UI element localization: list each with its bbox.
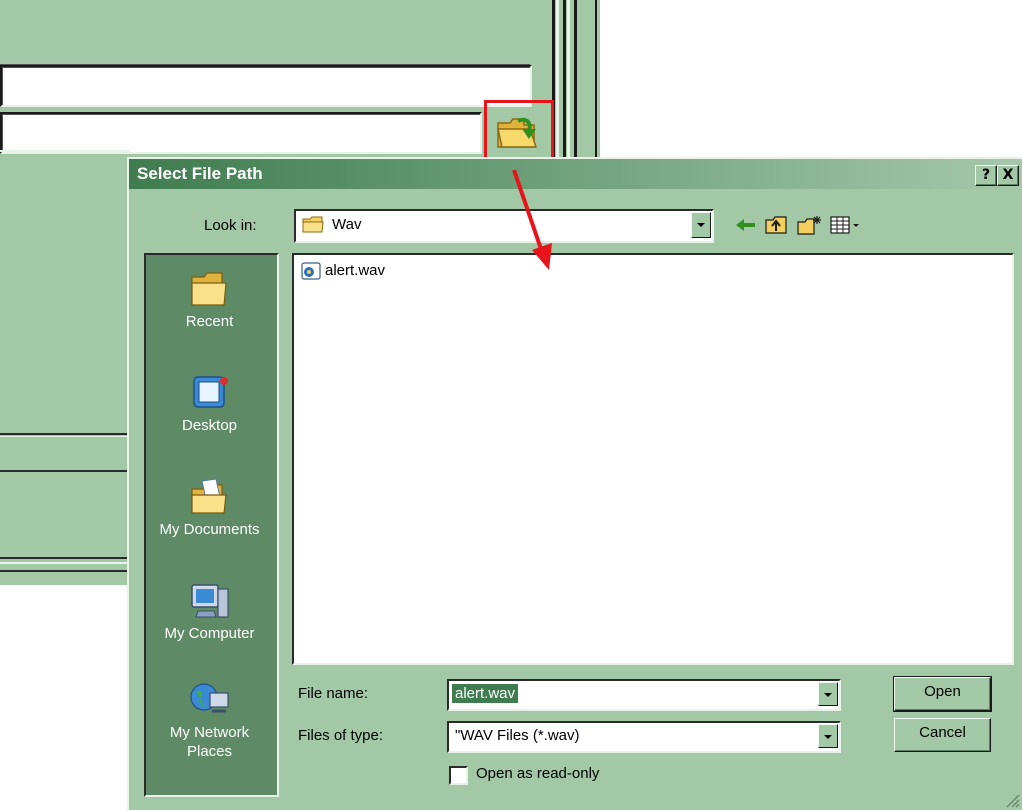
- place-label: Recent: [185, 313, 234, 330]
- file-name: alert.wav: [325, 262, 386, 279]
- folder-icon: [302, 216, 324, 233]
- my-documents-icon: [190, 478, 227, 514]
- divider: [0, 562, 130, 564]
- place-my-computer[interactable]: My Computer: [146, 581, 273, 642]
- file-name-combo[interactable]: alert.wav: [447, 679, 841, 711]
- recent-folder-icon: [190, 272, 227, 306]
- file-name-dropdown-arrow[interactable]: [818, 682, 838, 706]
- read-only-label: Open as read-only: [476, 765, 600, 782]
- look-in-dropdown-arrow[interactable]: [691, 212, 711, 238]
- place-my-documents[interactable]: My Documents: [146, 477, 273, 538]
- file-type-label: Files of type:: [298, 727, 384, 744]
- place-recent[interactable]: Recent: [146, 269, 273, 330]
- file-type-value: "WAV Files (*.wav): [455, 727, 580, 744]
- divider: [0, 570, 130, 572]
- divider: [0, 433, 130, 435]
- network-places-icon: [189, 683, 229, 713]
- background-path-field[interactable]: [0, 112, 482, 154]
- help-button[interactable]: ?: [975, 165, 997, 186]
- place-label: My Computer: [164, 625, 255, 642]
- up-folder-icon[interactable]: [764, 214, 790, 236]
- open-button[interactable]: Open: [893, 676, 992, 712]
- dialog-titlebar[interactable]: Select File Path ? X: [129, 159, 1022, 189]
- places-bar: Recent Desktop My Documents My Computer …: [144, 253, 279, 797]
- cancel-button[interactable]: Cancel: [894, 718, 991, 752]
- file-name-label: File name:: [298, 685, 369, 702]
- wav-file-icon: [301, 262, 321, 280]
- read-only-checkbox[interactable]: [449, 766, 468, 785]
- place-network[interactable]: My Network Places: [146, 679, 273, 761]
- file-type-dropdown-arrow[interactable]: [818, 724, 838, 748]
- back-icon[interactable]: [733, 214, 759, 236]
- divider: [0, 470, 130, 472]
- look-in-label: Look in:: [204, 217, 257, 234]
- divider: [0, 557, 130, 559]
- new-folder-icon[interactable]: [796, 214, 824, 236]
- select-file-dialog: Select File Path ? X Look in: Wav Recent…: [127, 157, 1022, 810]
- place-label: Desktop: [181, 417, 238, 434]
- divider: [0, 436, 130, 437]
- background-text-field[interactable]: [0, 65, 532, 107]
- place-desktop[interactable]: Desktop: [146, 373, 273, 434]
- place-label: My Network Places: [169, 724, 250, 760]
- file-type-combo[interactable]: "WAV Files (*.wav): [447, 721, 841, 753]
- dialog-title: Select File Path: [137, 164, 263, 183]
- resize-grip-icon[interactable]: [1004, 792, 1020, 808]
- view-menu-icon[interactable]: [829, 214, 863, 236]
- browse-folder-icon: [497, 117, 538, 148]
- divider: [0, 150, 130, 152]
- look-in-dropdown[interactable]: Wav: [294, 209, 714, 243]
- file-list[interactable]: alert.wav: [292, 253, 1014, 665]
- file-name-input[interactable]: alert.wav: [452, 684, 519, 703]
- my-computer-icon: [190, 584, 229, 618]
- look-in-value: Wav: [332, 216, 362, 233]
- close-button[interactable]: X: [997, 165, 1019, 186]
- place-label: My Documents: [159, 521, 260, 538]
- desktop-icon: [192, 376, 228, 408]
